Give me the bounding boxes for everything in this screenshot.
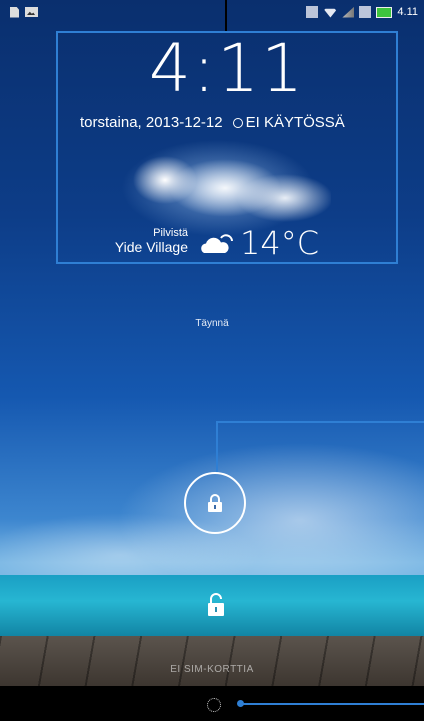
mute-icon bbox=[306, 6, 319, 18]
weather-condition: Pilvistä bbox=[153, 227, 188, 239]
unlock-handle[interactable] bbox=[184, 472, 246, 534]
date-text: torstaina, 2013-12-12 bbox=[80, 114, 223, 131]
weather-image bbox=[105, 140, 331, 236]
weather-temperature: 14°C bbox=[240, 224, 320, 262]
alarm-status: EI KÄYTÖSSÄ bbox=[245, 114, 345, 131]
callout-line-top bbox=[225, 0, 227, 31]
callout-line-lock-v bbox=[216, 421, 218, 473]
cloud-sun-icon bbox=[201, 234, 233, 253]
date-alarm-line: torstaina, 2013-12-12 EI KÄYTÖSSÄ bbox=[80, 114, 380, 131]
weather-info[interactable]: Pilvistä Yide Village bbox=[110, 227, 188, 256]
file-icon bbox=[10, 6, 19, 18]
unlock-target-icon[interactable] bbox=[205, 592, 227, 618]
wallpaper-deck bbox=[0, 636, 424, 686]
lock-icon bbox=[208, 494, 222, 512]
charging-status: Täynnä bbox=[195, 318, 229, 329]
battery-icon bbox=[376, 6, 393, 18]
loading-spinner-icon bbox=[207, 698, 221, 712]
signal-icon bbox=[342, 6, 355, 18]
lockscreen-clock: 4:11 bbox=[148, 30, 306, 107]
image-icon bbox=[25, 7, 38, 17]
alarm-icon bbox=[232, 117, 243, 128]
no-sim-text: EI SIM-KORTTIA bbox=[170, 664, 254, 675]
callout-line-bottom bbox=[241, 703, 424, 705]
callout-line-lock-h bbox=[216, 421, 424, 423]
status-bar: 4.11 bbox=[0, 0, 424, 24]
weather-location: Yide Village bbox=[114, 239, 188, 255]
wifi-icon bbox=[323, 8, 338, 18]
status-time: 4.11 bbox=[397, 6, 418, 18]
data-icon bbox=[359, 6, 372, 18]
